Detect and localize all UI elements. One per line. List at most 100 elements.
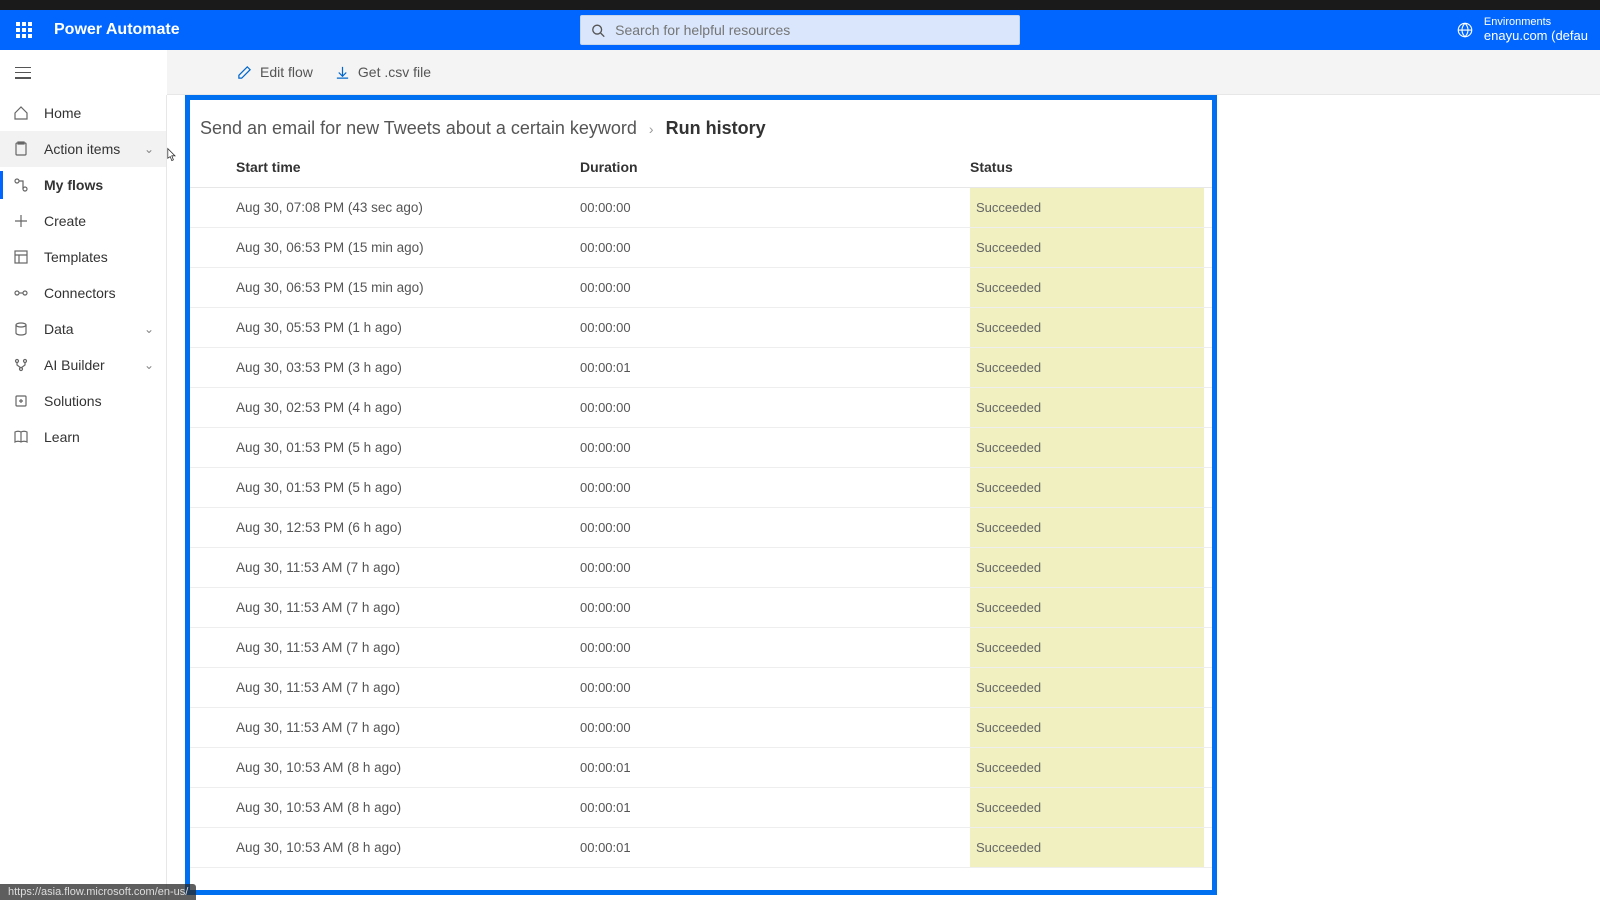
collapse-nav-button[interactable] [0, 50, 45, 95]
app-launcher-icon[interactable] [8, 14, 40, 46]
table-row[interactable]: Aug 30, 02:53 PM (4 h ago)00:00:00Succee… [190, 388, 1212, 428]
cell-start-time[interactable]: Aug 30, 11:53 AM (7 h ago) [190, 600, 580, 615]
main-content: Send an email for new Tweets about a cer… [185, 95, 1570, 900]
sidebar-item-templates[interactable]: Templates [0, 239, 166, 275]
table-row[interactable]: Aug 30, 06:53 PM (15 min ago)00:00:00Suc… [190, 268, 1212, 308]
cell-status: Succeeded [970, 548, 1204, 587]
table-row[interactable]: Aug 30, 11:53 AM (7 h ago)00:00:00Succee… [190, 588, 1212, 628]
sidebar-item-action-items[interactable]: Action items ⌄ [0, 131, 166, 167]
cell-duration: 00:00:00 [580, 320, 970, 335]
get-csv-button[interactable]: Get .csv file [335, 64, 431, 80]
app-header: Power Automate Environments enayu.com (d… [0, 10, 1600, 50]
table-row[interactable]: Aug 30, 11:53 AM (7 h ago)00:00:00Succee… [190, 668, 1212, 708]
table-body: Aug 30, 07:08 PM (43 sec ago)00:00:00Suc… [190, 188, 1212, 868]
cell-duration: 00:00:00 [580, 280, 970, 295]
sidebar-item-label: Create [44, 213, 154, 229]
breadcrumb: Send an email for new Tweets about a cer… [190, 100, 1212, 159]
cell-duration: 00:00:01 [580, 840, 970, 855]
cell-start-time[interactable]: Aug 30, 11:53 AM (7 h ago) [190, 720, 580, 735]
table-row[interactable]: Aug 30, 12:53 PM (6 h ago)00:00:00Succee… [190, 508, 1212, 548]
sidebar-item-home[interactable]: Home [0, 95, 166, 131]
cell-start-time[interactable]: Aug 30, 06:53 PM (15 min ago) [190, 240, 580, 255]
sidebar-item-label: Templates [44, 249, 154, 265]
cell-start-time[interactable]: Aug 30, 05:53 PM (1 h ago) [190, 320, 580, 335]
sidebar-item-create[interactable]: Create [0, 203, 166, 239]
cell-duration: 00:00:00 [580, 520, 970, 535]
cell-status: Succeeded [970, 628, 1204, 667]
table-row[interactable]: Aug 30, 11:53 AM (7 h ago)00:00:00Succee… [190, 708, 1212, 748]
cell-start-time[interactable]: Aug 30, 10:53 AM (8 h ago) [190, 800, 580, 815]
cell-start-time[interactable]: Aug 30, 01:53 PM (5 h ago) [190, 440, 580, 455]
sidebar-item-label: Home [44, 105, 154, 121]
edit-flow-button[interactable]: Edit flow [237, 64, 313, 80]
get-csv-label: Get .csv file [358, 64, 431, 80]
cell-start-time[interactable]: Aug 30, 11:53 AM (7 h ago) [190, 640, 580, 655]
breadcrumb-flow-link[interactable]: Send an email for new Tweets about a cer… [200, 118, 637, 139]
table-row[interactable]: Aug 30, 06:53 PM (15 min ago)00:00:00Suc… [190, 228, 1212, 268]
status-bar-url: https://asia.flow.microsoft.com/en-us/ [0, 884, 196, 900]
table-row[interactable]: Aug 30, 10:53 AM (8 h ago)00:00:01Succee… [190, 748, 1212, 788]
connectors-icon [12, 284, 30, 302]
pencil-icon [237, 65, 252, 80]
sidebar-item-ai-builder[interactable]: AI Builder ⌄ [0, 347, 166, 383]
col-header-duration[interactable]: Duration [580, 159, 970, 175]
cell-status: Succeeded [970, 668, 1204, 707]
environment-picker[interactable]: Environments enayu.com (defau [1456, 17, 1592, 44]
table-row[interactable]: Aug 30, 01:53 PM (5 h ago)00:00:00Succee… [190, 428, 1212, 468]
flow-icon [12, 176, 30, 194]
cell-status: Succeeded [970, 828, 1204, 867]
col-header-status[interactable]: Status [970, 159, 1212, 175]
ai-icon [12, 356, 30, 374]
download-icon [335, 65, 350, 80]
cell-status: Succeeded [970, 748, 1204, 787]
cell-status: Succeeded [970, 268, 1204, 307]
sidebar-nav: Home Action items ⌄ My flows Create Temp… [0, 95, 167, 900]
cell-start-time[interactable]: Aug 30, 10:53 AM (8 h ago) [190, 760, 580, 775]
cell-status: Succeeded [970, 308, 1204, 347]
cell-duration: 00:00:00 [580, 480, 970, 495]
table-row[interactable]: Aug 30, 03:53 PM (3 h ago)00:00:01Succee… [190, 348, 1212, 388]
table-row[interactable]: Aug 30, 11:53 AM (7 h ago)00:00:00Succee… [190, 548, 1212, 588]
sidebar-item-my-flows[interactable]: My flows [0, 167, 166, 203]
sidebar-item-connectors[interactable]: Connectors [0, 275, 166, 311]
table-row[interactable]: Aug 30, 01:53 PM (5 h ago)00:00:00Succee… [190, 468, 1212, 508]
clipboard-icon [12, 140, 30, 158]
table-row[interactable]: Aug 30, 10:53 AM (8 h ago)00:00:01Succee… [190, 828, 1212, 868]
book-icon [12, 428, 30, 446]
cell-status: Succeeded [970, 188, 1204, 227]
run-history-panel: Send an email for new Tweets about a cer… [185, 95, 1217, 895]
cell-duration: 00:00:00 [580, 200, 970, 215]
cell-start-time[interactable]: Aug 30, 06:53 PM (15 min ago) [190, 280, 580, 295]
cell-start-time[interactable]: Aug 30, 02:53 PM (4 h ago) [190, 400, 580, 415]
table-row[interactable]: Aug 30, 05:53 PM (1 h ago)00:00:00Succee… [190, 308, 1212, 348]
chevron-down-icon: ⌄ [144, 322, 154, 336]
brand-title[interactable]: Power Automate [54, 21, 180, 39]
cell-duration: 00:00:00 [580, 680, 970, 695]
command-bar: Edit flow Get .csv file [167, 50, 1600, 95]
cell-start-time[interactable]: Aug 30, 01:53 PM (5 h ago) [190, 480, 580, 495]
col-header-start[interactable]: Start time [190, 159, 580, 175]
cell-start-time[interactable]: Aug 30, 03:53 PM (3 h ago) [190, 360, 580, 375]
sidebar-item-learn[interactable]: Learn [0, 419, 166, 455]
environment-icon [1456, 21, 1474, 39]
cell-start-time[interactable]: Aug 30, 12:53 PM (6 h ago) [190, 520, 580, 535]
solutions-icon [12, 392, 30, 410]
table-row[interactable]: Aug 30, 10:53 AM (8 h ago)00:00:01Succee… [190, 788, 1212, 828]
search-input[interactable] [615, 22, 1009, 38]
search-box[interactable] [580, 15, 1020, 45]
cell-start-time[interactable]: Aug 30, 11:53 AM (7 h ago) [190, 680, 580, 695]
sidebar-item-solutions[interactable]: Solutions [0, 383, 166, 419]
sidebar-item-data[interactable]: Data ⌄ [0, 311, 166, 347]
cell-start-time[interactable]: Aug 30, 10:53 AM (8 h ago) [190, 840, 580, 855]
cell-start-time[interactable]: Aug 30, 11:53 AM (7 h ago) [190, 560, 580, 575]
cell-start-time[interactable]: Aug 30, 07:08 PM (43 sec ago) [190, 200, 580, 215]
chevron-down-icon: ⌄ [144, 142, 154, 156]
cell-status: Succeeded [970, 228, 1204, 267]
sidebar-item-label: Learn [44, 429, 154, 445]
table-header-row: Start time Duration Status [190, 159, 1212, 188]
table-row[interactable]: Aug 30, 07:08 PM (43 sec ago)00:00:00Suc… [190, 188, 1212, 228]
cell-duration: 00:00:01 [580, 360, 970, 375]
cell-duration: 00:00:01 [580, 760, 970, 775]
cell-duration: 00:00:00 [580, 400, 970, 415]
table-row[interactable]: Aug 30, 11:53 AM (7 h ago)00:00:00Succee… [190, 628, 1212, 668]
